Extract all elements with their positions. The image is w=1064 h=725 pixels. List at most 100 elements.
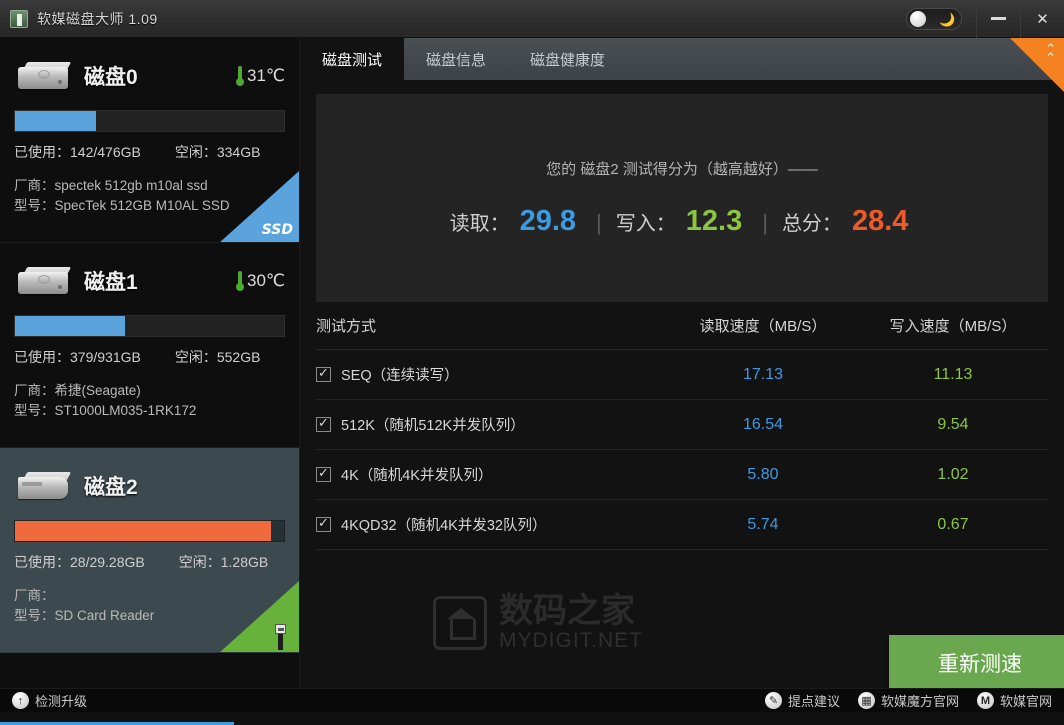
minimize-button[interactable] [976, 0, 1020, 38]
close-button[interactable]: ✕ [1020, 0, 1064, 38]
header-read-speed: 读取速度（MB/S） [699, 318, 827, 335]
disk-meta: 厂商：希捷(Seagate) 型号：ST1000LM035-1RK172 [14, 381, 285, 421]
disk-usage-fill [15, 316, 126, 336]
usb-icon [273, 624, 287, 650]
feedback-label: 提点建议 [787, 694, 840, 709]
feedback-link[interactable]: ✎ 提点建议 [764, 691, 840, 710]
disk-usage-text: 已使用：28/29.28GB 空闲：1.28GB [14, 552, 285, 572]
read-score-label: 读取： [449, 213, 510, 235]
score-separator: | [596, 210, 602, 235]
row-read-speed: 16.54 [742, 415, 784, 433]
disk-list-sidebar: 磁盘0 31℃ 已使用：142/476GB 空闲：334GB 厂商：specte… [0, 38, 300, 688]
disk-temperature: 30℃ [235, 271, 285, 291]
window-title: 软媒磁盘大师 1.09 [37, 10, 158, 27]
watermark-logo-icon [433, 596, 487, 650]
minimize-icon [991, 17, 1006, 20]
table-row[interactable]: 4K（随机4K并发队列） 5.80 1.02 [316, 450, 1048, 500]
total-score-label: 总分： [781, 213, 842, 235]
double-chevron-up-icon: ⌃ ⌃ [1045, 42, 1056, 66]
card-reader-icon [14, 469, 72, 503]
disk-card-0[interactable]: 磁盘0 31℃ 已使用：142/476GB 空闲：334GB 厂商：specte… [0, 38, 299, 243]
thermometer-icon [235, 271, 245, 291]
row-read-speed: 17.13 [742, 365, 784, 383]
official-site-link[interactable]: M 软媒官网 [976, 691, 1052, 710]
disk-used-label: 已使用：379/931GB [14, 349, 141, 365]
status-bar: ↑ 检测升级 ✎ 提点建议 ▦ 软媒魔方官网 M 软媒官网 [0, 688, 1064, 712]
disk-header: 磁盘1 30℃ [14, 259, 285, 303]
row-checkbox[interactable] [316, 465, 331, 482]
title-bar: 软媒磁盘大师 1.09 🌙 ✕ [0, 0, 1064, 38]
disk-vendor: 厂商：希捷(Seagate) [14, 383, 141, 398]
disk-used-label: 已使用：142/476GB [14, 144, 141, 160]
score-panel: 您的 磁盘2 测试得分为（越高越好）—— 读取： 29.8 | 写入： 12.3… [316, 94, 1048, 302]
official-site-label: 软媒官网 [999, 694, 1052, 709]
corner-ribbon[interactable]: ⌃ ⌃ [1010, 38, 1064, 92]
disk-usage-fill [15, 521, 271, 541]
disk-meta: 厂商：spectek 512gb m10al ssd 型号：SpecTek 51… [14, 176, 285, 216]
retest-button[interactable]: 重新测速 [889, 635, 1064, 691]
check-upgrade-link[interactable]: ↑ 检测升级 [12, 691, 87, 710]
disk-model: 型号：ST1000LM035-1RK172 [14, 403, 197, 418]
row-checkbox[interactable] [316, 365, 331, 382]
tab-bar: 磁盘测试 磁盘信息 磁盘健康度 ⌃ ⌃ [300, 38, 1064, 92]
table-row[interactable]: 512K（随机512K并发队列） 16.54 9.54 [316, 400, 1048, 450]
disk-temperature-value: 31℃ [246, 66, 285, 85]
disk-usage-bar [14, 520, 285, 542]
disk-name: 磁盘1 [84, 271, 138, 294]
disk-header: 磁盘0 31℃ [14, 54, 285, 98]
row-write-speed: 9.54 [937, 415, 969, 433]
tab-disk-info[interactable]: 磁盘信息 [404, 38, 508, 80]
app-icon [10, 9, 28, 28]
disk-vendor: 厂商：spectek 512gb m10al ssd [14, 178, 208, 193]
disk-model: 型号：SpecTek 512GB M10AL SSD [14, 198, 230, 213]
disk-usage-fill [15, 111, 96, 131]
disk-free-label: 空闲：334GB [174, 144, 261, 160]
day-night-toggle[interactable]: 🌙 [906, 7, 962, 30]
row-read-speed: 5.80 [747, 465, 779, 483]
disk-card-1[interactable]: 磁盘1 30℃ 已使用：379/931GB 空闲：552GB 厂商：希捷(Sea… [0, 243, 299, 448]
disk-card-2[interactable]: 磁盘2 已使用：28/29.28GB 空闲：1.28GB 厂商： 型号：SD C… [0, 448, 299, 653]
tab-disk-test[interactable]: 磁盘测试 [300, 38, 405, 80]
disk-name: 磁盘0 [84, 66, 138, 89]
close-icon: ✕ [1036, 10, 1049, 28]
window-controls: 🌙 ✕ [906, 0, 1064, 38]
row-checkbox[interactable] [316, 415, 331, 432]
tab-disk-health[interactable]: 磁盘健康度 [508, 38, 627, 80]
disk-used-label: 已使用：28/29.28GB [14, 554, 145, 570]
disk-free-label: 空闲：552GB [174, 349, 261, 365]
watermark-cn-text: 数码之家 [499, 592, 635, 630]
write-score-label: 写入： [615, 213, 676, 235]
write-score-value: 12.3 [685, 205, 743, 237]
row-checkbox[interactable] [316, 515, 331, 532]
score-values: 读取： 29.8 | 写入： 12.3 | 总分： 28.4 [450, 205, 915, 238]
disk-temperature-value: 30℃ [246, 271, 285, 290]
row-test-name: 4K（随机4K并发队列） [341, 468, 493, 484]
moon-icon: 🌙 [939, 11, 956, 27]
disk-vendor: 厂商： [14, 588, 55, 603]
disk-temperature: 31℃ [235, 66, 285, 86]
row-test-name: 4KQD32（随机4K并发32队列） [341, 518, 547, 534]
hard-disk-icon [14, 59, 72, 93]
status-links: ✎ 提点建议 ▦ 软媒魔方官网 M 软媒官网 [764, 691, 1052, 710]
cube-site-label: 软媒魔方官网 [880, 694, 959, 709]
disk-model: 型号：SD Card Reader [14, 608, 155, 623]
cube-site-link[interactable]: ▦ 软媒魔方官网 [857, 691, 959, 710]
table-header: 测试方式 读取速度（MB/S） 写入速度（MB/S） [316, 302, 1048, 350]
header-write-speed: 写入速度（MB/S） [889, 318, 1017, 335]
row-write-speed: 0.67 [937, 515, 969, 533]
table-row[interactable]: SEQ（连续读写） 17.13 11.13 [316, 350, 1048, 400]
upload-arrow-icon: ↑ [12, 692, 29, 709]
disk-usage-text: 已使用：379/931GB 空闲：552GB [14, 347, 285, 367]
row-write-speed: 11.13 [933, 365, 973, 383]
table-row[interactable]: 4KQD32（随机4K并发32队列） 5.74 0.67 [316, 500, 1048, 550]
disk-usage-bar [14, 315, 285, 337]
score-subtitle: 您的 磁盘2 测试得分为（越高越好）—— [546, 161, 818, 178]
hard-disk-icon [14, 264, 72, 298]
application-window: 软媒磁盘大师 1.09 🌙 ✕ 磁盘0 31℃ 已使用：142/476GB 空闲… [0, 0, 1064, 725]
row-test-name: 512K（随机512K并发队列） [341, 418, 525, 434]
row-test-name: SEQ（连续读写） [341, 368, 459, 384]
disk-usage-text: 已使用：142/476GB 空闲：334GB [14, 142, 285, 162]
disk-type-badge-label: SSD [261, 222, 293, 238]
read-score-value: 29.8 [519, 205, 577, 237]
check-upgrade-label: 检测升级 [35, 694, 88, 709]
